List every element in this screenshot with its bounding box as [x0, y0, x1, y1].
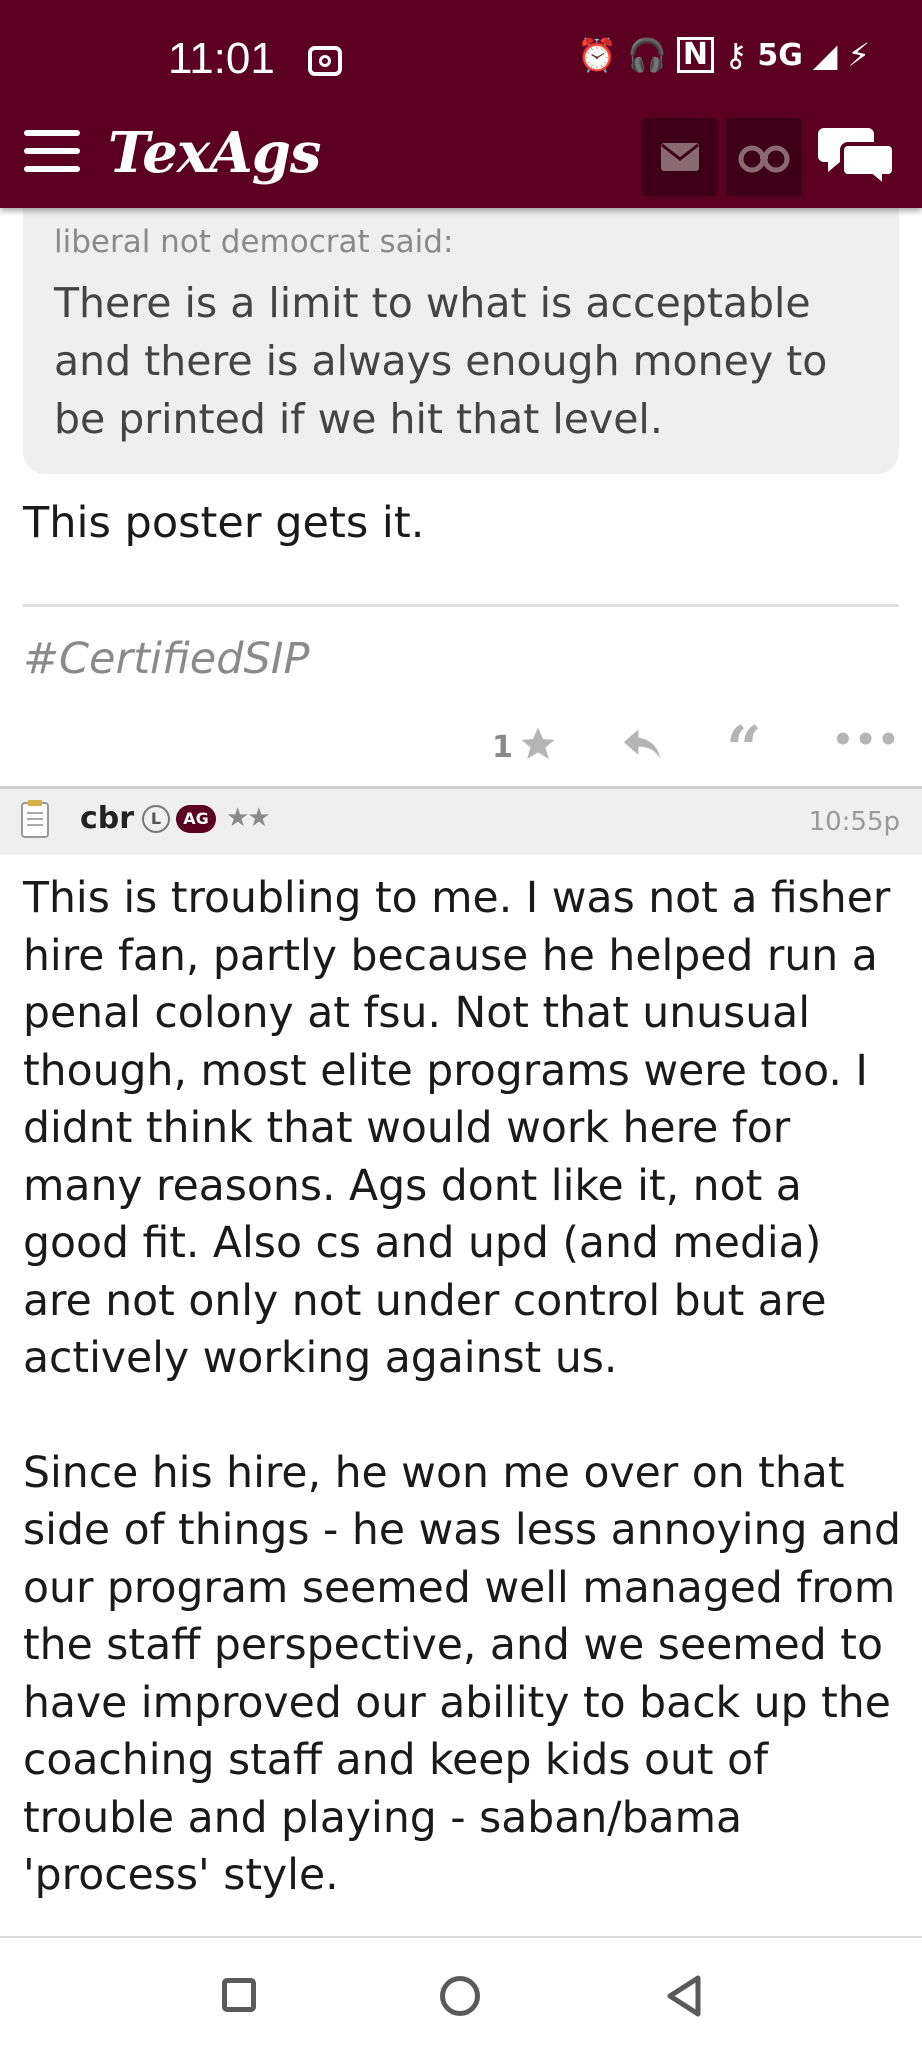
badge-ag: AG — [176, 805, 216, 833]
mail-icon — [661, 143, 699, 171]
more-icon[interactable]: ••• — [832, 720, 900, 760]
quote-icon[interactable]: “ — [726, 712, 762, 785]
badge-l: L — [142, 805, 170, 833]
quote-author[interactable]: liberal not democrat said: — [54, 224, 453, 260]
nfc-icon: N — [676, 37, 714, 73]
network-label: 5G — [757, 37, 803, 73]
charging-icon: ⚡ — [847, 36, 870, 74]
post-header: cbr L AG ★★ 10:55p — [0, 789, 922, 855]
reply-icon[interactable] — [620, 724, 664, 764]
post-actions: 1 “ ••• — [0, 712, 922, 785]
post-body: This is troubling to me. I was not a fis… — [23, 870, 903, 1962]
home-icon[interactable] — [440, 1976, 480, 2016]
quote-block: liberal not democrat said: There is a li… — [23, 208, 899, 474]
like-count: 1 — [492, 730, 513, 765]
system-nav-bar — [0, 1936, 922, 2050]
quote-text: There is a limit to what is acceptable a… — [54, 279, 828, 443]
site-logo[interactable]: TexAgs — [108, 120, 321, 186]
screen-record-icon — [308, 46, 342, 76]
binoculars-icon — [738, 145, 790, 173]
signature-divider — [23, 604, 899, 607]
status-icons: ⏰ 🎧 N ⚷ 5G ◢ ⚡ — [577, 36, 870, 74]
notepad-icon — [21, 800, 49, 838]
post-paragraph: This is troubling to me. I was not a fis… — [23, 874, 891, 1383]
status-time: 11:01 — [168, 34, 275, 83]
menu-icon[interactable] — [24, 130, 80, 174]
star-icon[interactable] — [518, 724, 558, 764]
post-username[interactable]: cbr — [80, 801, 134, 836]
headphones-icon: 🎧 — [627, 36, 667, 74]
back-icon[interactable] — [664, 1974, 704, 2018]
key-icon: ⚷ — [723, 36, 748, 74]
user-stars: ★★ — [226, 803, 271, 833]
post-paragraph: Since his hire, he won me over on that s… — [23, 1448, 901, 1901]
post-signature: #CertifiedSIP — [23, 634, 310, 684]
binoculars-button[interactable] — [726, 118, 802, 196]
post-time[interactable]: 10:55p — [809, 807, 900, 837]
post-reply-text: This poster gets it. — [23, 498, 425, 548]
alarm-icon: ⏰ — [577, 36, 618, 74]
signal-icon: ◢ — [812, 36, 838, 74]
mail-button[interactable] — [642, 118, 718, 196]
chat-icon[interactable] — [818, 122, 898, 191]
recents-icon[interactable] — [222, 1978, 256, 2012]
app-header: 11:01 ⏰ 🎧 N ⚷ 5G ◢ ⚡ TexAgs — [0, 0, 922, 208]
